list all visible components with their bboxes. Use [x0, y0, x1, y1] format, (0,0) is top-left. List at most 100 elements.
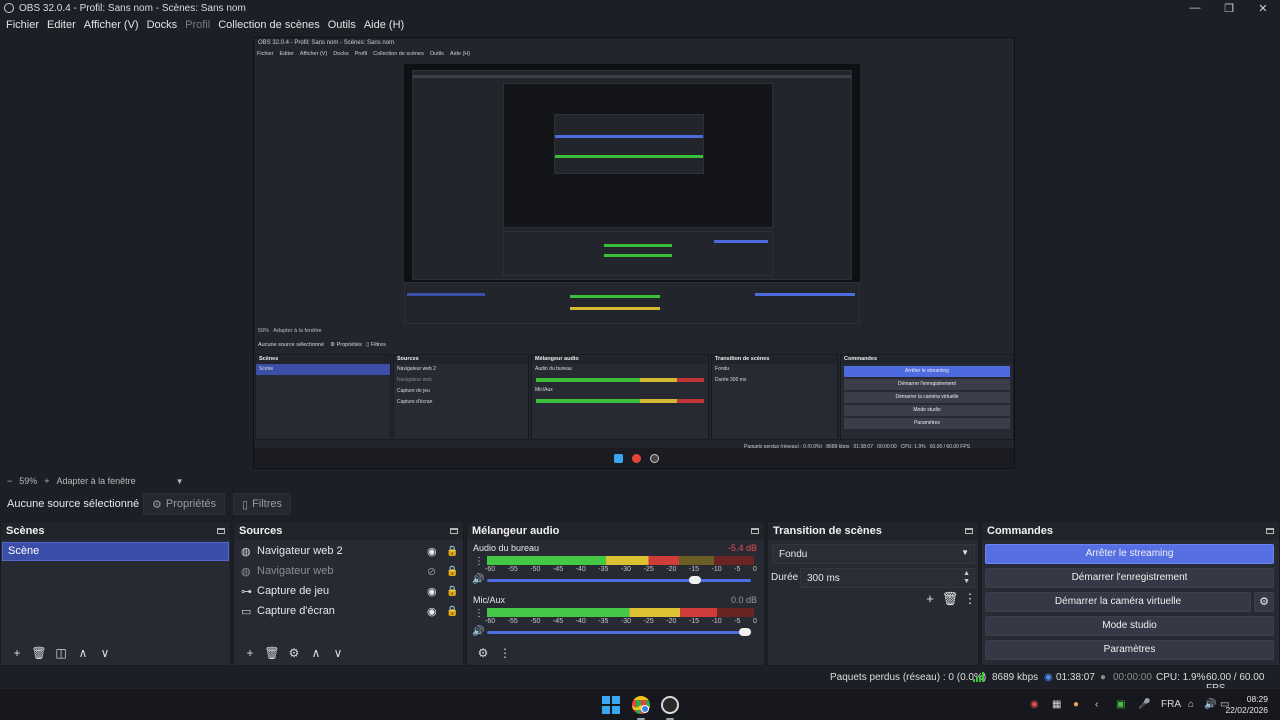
- lock-icon[interactable]: 🔒: [446, 566, 458, 577]
- tray-chevron-icon[interactable]: ‹: [1095, 699, 1098, 710]
- speaker-icon[interactable]: 🔊: [472, 574, 484, 585]
- volume-slider[interactable]: [487, 576, 751, 584]
- clock[interactable]: 08:29 22/02/2026: [1225, 694, 1268, 716]
- kebab-menu-icon[interactable]: ⋮: [474, 608, 484, 619]
- speaker-icon[interactable]: 🔊: [472, 626, 484, 637]
- controls-dock: Commandes Arrêter le streaming Démarrer …: [981, 521, 1280, 666]
- gamepad-icon: ⊶: [241, 585, 252, 598]
- record-time: 00:00:00: [1113, 672, 1152, 683]
- transition-select[interactable]: Fondu ▼: [772, 544, 975, 564]
- volume-slider[interactable]: [487, 628, 751, 636]
- zoom-fit-select[interactable]: Adapter à la fenêtre: [57, 476, 136, 486]
- move-source-up-button[interactable]: ∧: [305, 646, 327, 660]
- filter-icon: ▯: [242, 498, 249, 511]
- visibility-eye-icon[interactable]: ◉: [427, 545, 437, 558]
- dock-menu-icon[interactable]: [1266, 528, 1274, 534]
- visibility-eye-off-icon[interactable]: ⊘: [427, 565, 436, 578]
- tray-network-icon[interactable]: ⌂: [1188, 699, 1194, 710]
- remove-scene-button[interactable]: 🗑: [28, 646, 50, 660]
- nested-docks: [404, 282, 860, 324]
- menu-edit[interactable]: Editer: [43, 19, 80, 31]
- add-scene-button[interactable]: +: [6, 646, 28, 660]
- studio-mode-button[interactable]: Mode studio: [985, 616, 1274, 636]
- tray-keyboard-icon[interactable]: ▦: [1052, 699, 1061, 710]
- stream-time: 01:38:07: [1056, 672, 1095, 683]
- source-item-capture-de-jeu[interactable]: ⊶ Capture de jeu ◉ 🔒: [234, 581, 463, 601]
- scene-item[interactable]: Scène: [2, 542, 229, 561]
- preview-area[interactable]: OBS 32.0.4 - Profil: Sans nom - Scènes: …: [0, 33, 1280, 473]
- stop-streaming-button[interactable]: Arrêter le streaming: [985, 544, 1274, 564]
- menu-help[interactable]: Aide (H): [360, 19, 408, 31]
- menu-profile[interactable]: Profil: [181, 19, 214, 31]
- visibility-eye-icon[interactable]: ◉: [427, 585, 437, 598]
- zoom-out-button[interactable]: −: [7, 476, 12, 486]
- source-item-capture-ecran[interactable]: ▭ Capture d'écran ◉ 🔒: [234, 601, 463, 621]
- settings-button[interactable]: Paramètres: [985, 640, 1274, 660]
- start-virtual-camera-button[interactable]: Démarrer la caméra virtuelle: [985, 592, 1251, 612]
- title-bar: OBS 32.0.4 - Profil: Sans nom - Scènes: …: [0, 0, 1280, 16]
- globe-icon: ◍: [241, 545, 251, 558]
- dock-menu-icon[interactable]: [965, 528, 973, 534]
- chrome-icon[interactable]: [632, 696, 650, 714]
- windows-start-icon[interactable]: [602, 696, 620, 714]
- mixer-toolbar: ⚙ ⋮: [467, 641, 764, 665]
- move-scene-up-button[interactable]: ∧: [72, 646, 94, 660]
- menu-scene-collection[interactable]: Collection de scènes: [214, 19, 324, 31]
- tray-volume-icon[interactable]: 🔊: [1204, 699, 1216, 710]
- visibility-eye-icon[interactable]: ◉: [427, 605, 437, 618]
- filters-button[interactable]: ▯ Filtres: [233, 493, 292, 515]
- move-scene-down-button[interactable]: ∨: [94, 646, 116, 660]
- kebab-menu-icon[interactable]: ⋮: [474, 556, 484, 567]
- tray-nvidia-icon[interactable]: ▣: [1116, 699, 1125, 710]
- duration-label: Durée: [771, 572, 799, 583]
- preview-canvas[interactable]: OBS 32.0.4 - Profil: Sans nom - Scènes: …: [253, 37, 1015, 469]
- source-properties-button[interactable]: ⚙: [283, 646, 305, 660]
- menu-file[interactable]: Fichier: [2, 19, 43, 31]
- remove-transition-button[interactable]: 🗑: [940, 591, 960, 607]
- nested-source-bar: Aucune source sélectionné ⚙ Propriétés ▯…: [258, 342, 386, 348]
- scene-filters-button[interactable]: ◫: [50, 646, 72, 660]
- sources-title: Sources: [239, 525, 283, 537]
- source-item-navigateur-web[interactable]: ◍ Navigateur web ⊘ 🔒: [234, 561, 463, 581]
- zoom-in-button[interactable]: +: [44, 476, 49, 486]
- streaming-icon: ◉: [1044, 672, 1053, 683]
- dock-menu-icon[interactable]: [751, 528, 759, 534]
- window-title: OBS 32.0.4 - Profil: Sans nom - Scènes: …: [19, 2, 246, 14]
- start-recording-button[interactable]: Démarrer l'enregistrement: [985, 568, 1274, 588]
- menu-docks[interactable]: Docks: [143, 19, 182, 31]
- tray-microphone-icon[interactable]: 🎤: [1138, 699, 1150, 710]
- minimize-button[interactable]: —: [1178, 0, 1212, 16]
- spinner-icon[interactable]: ▲ ▼: [963, 570, 970, 586]
- kebab-menu-icon[interactable]: ⋮: [960, 591, 980, 607]
- move-source-down-button[interactable]: ∨: [327, 646, 349, 660]
- add-transition-button[interactable]: +: [920, 591, 940, 607]
- chevron-down-icon[interactable]: ▼: [176, 477, 184, 486]
- source-toolbar: Aucune source sélectionné ⚙ Propriétés ▯ F…: [0, 490, 1280, 518]
- duration-input[interactable]: 300 ms ▲ ▼: [800, 568, 975, 588]
- menu-tools[interactable]: Outils: [324, 19, 360, 31]
- nested-screen-level-2: [412, 70, 852, 280]
- lock-icon[interactable]: 🔒: [446, 546, 458, 557]
- lock-icon[interactable]: 🔒: [446, 606, 458, 617]
- tray-firefox-icon[interactable]: ●: [1073, 699, 1079, 710]
- close-button[interactable]: ✕: [1246, 0, 1280, 16]
- add-source-button[interactable]: +: [239, 646, 261, 660]
- kebab-menu-icon[interactable]: ⋮: [494, 646, 516, 660]
- nested-controls-dock: Commandes Arrêter le streaming Démarrer …: [840, 354, 1014, 440]
- tray-app-icon[interactable]: ◉: [1030, 699, 1039, 710]
- lock-icon[interactable]: 🔒: [446, 586, 458, 597]
- scenes-dock: Scènes Scène + 🗑 ◫ ∧ ∨: [0, 521, 231, 666]
- maximize-button[interactable]: ❐: [1212, 0, 1246, 16]
- mixer-settings-icon[interactable]: ⚙: [472, 646, 494, 660]
- zoom-bar: − 59% + Adapter à la fenêtre ▼: [0, 474, 280, 488]
- source-item-navigateur-web-2[interactable]: ◍ Navigateur web 2 ◉ 🔒: [234, 541, 463, 561]
- virtual-camera-settings-gear-icon[interactable]: ⚙: [1254, 592, 1274, 612]
- dock-menu-icon[interactable]: [450, 528, 458, 534]
- language-indicator[interactable]: FRA: [1161, 699, 1181, 710]
- obs-taskbar-icon[interactable]: [661, 696, 679, 714]
- nested-preview: [404, 64, 860, 324]
- remove-source-button[interactable]: 🗑: [261, 646, 283, 660]
- menu-view[interactable]: Afficher (V): [80, 19, 143, 31]
- dock-menu-icon[interactable]: [217, 528, 225, 534]
- properties-button[interactable]: ⚙ Propriétés: [143, 493, 226, 515]
